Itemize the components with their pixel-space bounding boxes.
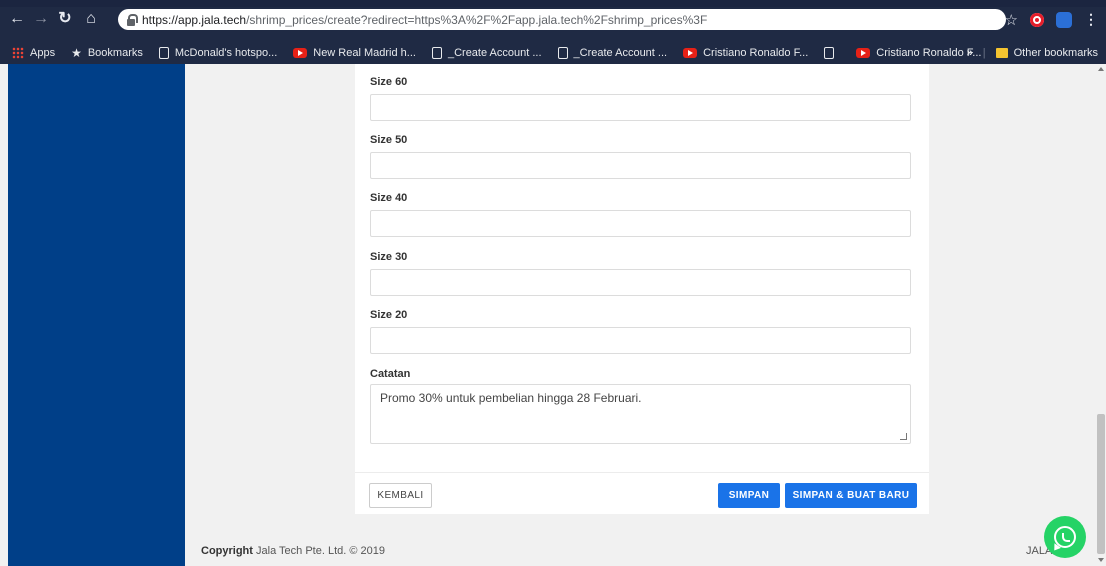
size-40-input[interactable]: [370, 210, 911, 237]
other-bookmarks-label: Other bookmarks: [1013, 47, 1098, 59]
star-icon: ★: [71, 46, 82, 60]
bookmark-star-icon[interactable]: ☆: [1005, 11, 1018, 29]
field-label-size-20: Size 20: [370, 309, 408, 321]
youtube-icon: [683, 48, 698, 58]
whatsapp-chat-button[interactable]: [1044, 516, 1086, 558]
bookmarks-bar: Apps ★ Bookmarks McDonald's hotspo... Ne…: [0, 42, 1106, 64]
copyright-label: Copyright: [201, 545, 253, 557]
bookmark-item[interactable]: Cristiano Ronaldo F...: [856, 47, 981, 59]
youtube-icon: [856, 48, 871, 58]
other-bookmarks[interactable]: Other bookmarks: [995, 47, 1098, 59]
opera-extension-icon[interactable]: [1030, 12, 1044, 27]
page-icon: [824, 47, 835, 59]
forward-arrow-icon[interactable]: →: [32, 10, 50, 28]
bookmark-label: Cristiano Ronaldo F...: [703, 47, 809, 59]
form-card: Size 60 Size 50 Size 40 Size 30 Size 20 …: [355, 64, 929, 514]
youtube-icon: [293, 48, 308, 58]
field-label-size-50: Size 50: [370, 134, 408, 146]
url-host: https://app.jala.tech: [142, 12, 247, 27]
copyright-text: Jala Tech Pte. Ltd. © 2019: [256, 545, 386, 557]
menu-icon[interactable]: ⋮: [1084, 11, 1098, 28]
address-bar[interactable]: https://app.jala.tech /shrimp_prices/cre…: [118, 9, 1006, 30]
size-60-input[interactable]: [370, 94, 911, 121]
lock-icon: [126, 13, 138, 26]
browser-toolbar: ← → ↻ ⌂ https://app.jala.tech /shrimp_pr…: [0, 0, 1106, 42]
field-label-size-40: Size 40: [370, 192, 408, 204]
bookmark-item[interactable]: Cristiano Ronaldo F...: [683, 47, 808, 59]
save-button[interactable]: SIMPAN: [718, 483, 780, 508]
scroll-down-arrow-icon[interactable]: [1098, 558, 1104, 562]
notes-textarea[interactable]: Promo 30% untuk pembelian hingga 28 Febr…: [370, 384, 911, 444]
bookmark-label: Bookmarks: [87, 47, 143, 59]
bookmark-label: New Real Madrid h...: [313, 47, 416, 59]
bookmark-label: McDonald's hotspo...: [174, 47, 278, 59]
page-icon: [557, 47, 568, 59]
home-icon[interactable]: ⌂: [82, 10, 100, 28]
notes-wrapper: Promo 30% untuk pembelian hingga 28 Febr…: [355, 384, 929, 445]
resize-grip-icon[interactable]: [900, 433, 907, 440]
apps-grid-icon: [12, 47, 24, 59]
reload-icon[interactable]: ↻: [56, 10, 74, 28]
page-icon: [158, 47, 169, 59]
bookmark-apps[interactable]: Apps: [12, 47, 55, 59]
sidebar: [8, 64, 185, 566]
back-arrow-icon[interactable]: ←: [8, 10, 26, 28]
bookmark-bookmarks[interactable]: ★ Bookmarks: [71, 46, 143, 60]
page-edge: [0, 64, 8, 566]
separator: |: [982, 47, 986, 59]
bookmarks-right: » | Other bookmarks: [967, 42, 1098, 64]
scrollbar-thumb[interactable]: [1097, 414, 1105, 554]
bookmark-label: Apps: [30, 47, 56, 59]
bookmark-item[interactable]: New Real Madrid h...: [293, 47, 416, 59]
page-content: Size 60 Size 50 Size 40 Size 30 Size 20 …: [0, 64, 1106, 566]
field-label-size-30: Size 30: [370, 251, 408, 263]
url-path: /shrimp_prices/create?redirect=https%3A%…: [246, 12, 708, 27]
whatsapp-icon: [1054, 526, 1076, 548]
phone-glyph: [1062, 533, 1070, 542]
folder-icon: [995, 48, 1008, 58]
bookmark-label: _Create Account ...: [573, 47, 668, 59]
back-button[interactable]: KEMBALI: [369, 483, 432, 508]
form-divider: [355, 472, 929, 473]
extensions-area: ☆ ⋮: [1005, 9, 1098, 30]
browser-window: ← → ↻ ⌂ https://app.jala.tech /shrimp_pr…: [0, 0, 1106, 566]
bookmark-item[interactable]: _Create Account ...: [431, 47, 542, 59]
bookmark-item[interactable]: [824, 47, 840, 59]
page-scrollbar[interactable]: [1096, 64, 1106, 566]
bookmark-label: _Create Account ...: [447, 47, 542, 59]
bookmark-item[interactable]: _Create Account ...: [557, 47, 668, 59]
footer-copyright: Copyright Jala Tech Pte. Ltd. © 2019: [201, 545, 385, 557]
size-30-input[interactable]: [370, 269, 911, 296]
scroll-up-arrow-icon[interactable]: [1098, 67, 1104, 71]
bookmarks-overflow-button[interactable]: »: [967, 47, 973, 59]
size-20-input[interactable]: [370, 327, 911, 354]
save-and-new-button[interactable]: SIMPAN & BUAT BARU: [785, 483, 917, 508]
bookmark-item[interactable]: McDonald's hotspo...: [158, 47, 278, 59]
extension-icon[interactable]: [1056, 11, 1072, 28]
size-50-input[interactable]: [370, 152, 911, 179]
field-label-size-60: Size 60: [370, 76, 408, 88]
page-icon: [431, 47, 442, 59]
field-label-notes: Catatan: [370, 368, 411, 380]
